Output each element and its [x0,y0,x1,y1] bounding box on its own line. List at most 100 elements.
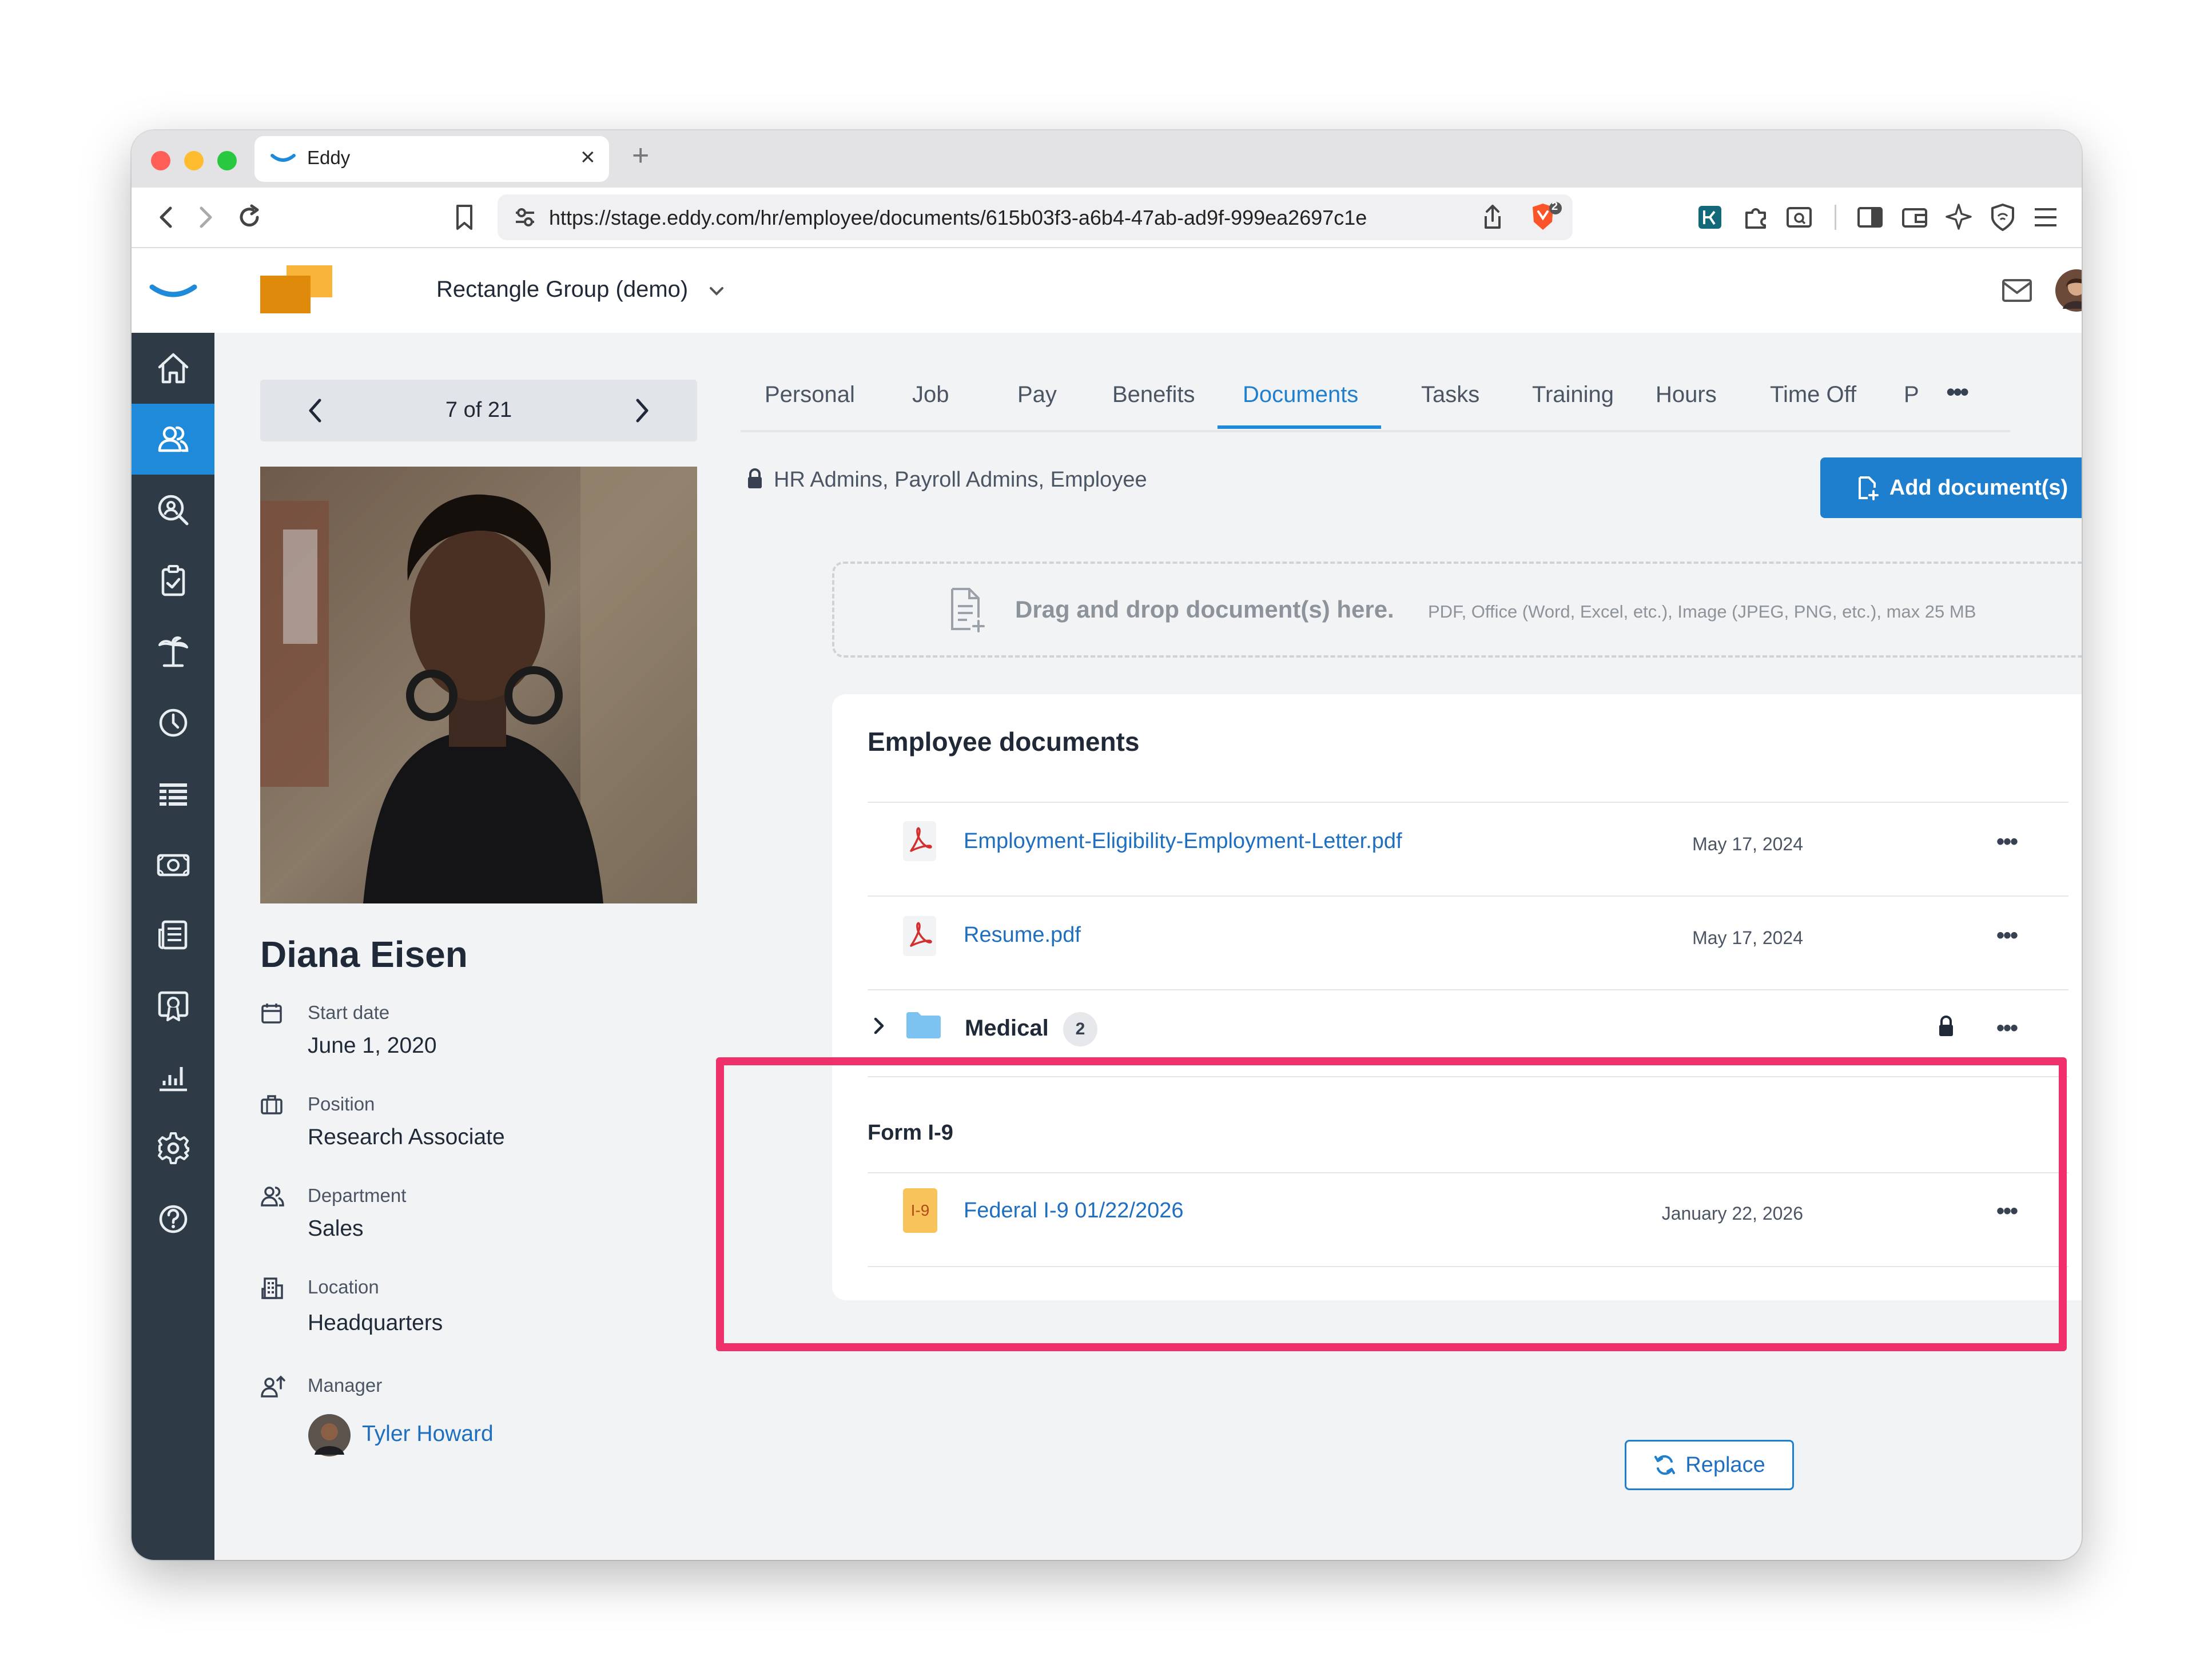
share-icon[interactable] [1481,204,1504,231]
folder-menu-button[interactable]: ••• [1996,1016,2018,1041]
reload-icon[interactable] [236,204,263,231]
eddy-logo-icon [149,284,197,297]
location-label: Location [308,1276,379,1297]
divider [868,895,2068,897]
documents-title: Employee documents [868,727,1140,757]
folder-name[interactable]: Medical [965,1016,1049,1041]
add-file-icon [1858,476,1879,500]
replace-label: Replace [1685,1452,1765,1477]
department-label: Department [308,1185,407,1206]
url-text[interactable]: https://stage.eddy.com/hr/employee/docum… [549,206,1367,230]
brave-shield-icon[interactable] [1529,201,1564,234]
sidebar-item-settings[interactable] [132,1113,214,1184]
reader-search-icon[interactable] [1785,204,1813,231]
replace-refresh-icon [1654,1455,1676,1475]
document-link-resume[interactable]: Resume.pdf [964,923,1081,948]
briefcase-icon [261,1095,283,1114]
sidebar-item-home[interactable] [132,333,214,404]
folder-expand-chevron-icon[interactable] [871,1016,887,1036]
toolbar-divider [1835,205,1836,230]
tab-hours[interactable]: Hours [1656,382,1717,408]
people-icon [158,426,188,452]
mail-icon[interactable] [2001,278,2033,303]
drop-zone-hint: PDF, Office (Word, Excel, etc.), Image (… [1428,602,1976,622]
forward-icon[interactable] [194,205,217,230]
tab-personal[interactable]: Personal [765,382,855,408]
sidebar-item-time-off[interactable] [132,616,214,687]
company-chevron-down-icon[interactable] [707,284,726,298]
browser-toolbar: https://stage.eddy.com/hr/employee/docum… [132,188,2082,248]
tab-pay[interactable]: Pay [1017,382,1057,408]
help-icon [159,1205,187,1233]
sidebar-item-training[interactable] [132,971,214,1042]
tab-benefits[interactable]: Benefits [1112,382,1195,408]
zoom-window-button[interactable] [217,151,237,170]
tab-job[interactable]: Job [912,382,949,408]
manager-avatar[interactable] [308,1414,351,1457]
employee-pager: 7 of 21 [260,380,697,441]
document-menu-button[interactable]: ••• [1996,923,2018,949]
palm-tree-icon [158,636,188,667]
form-i9-highlight-annotation [716,1057,2067,1351]
sidebar-item-people[interactable] [132,404,214,475]
user-avatar[interactable] [2055,269,2082,312]
site-settings-icon[interactable] [514,207,536,228]
document-date: May 17, 2024 [1692,834,1803,854]
sidebar-item-tasks[interactable] [132,546,214,616]
add-documents-button[interactable]: Add document(s) [1820,457,2082,518]
start-date-value: June 1, 2020 [308,1033,437,1058]
wallet-icon[interactable] [1901,204,1928,231]
new-tab-icon[interactable]: + [632,138,649,173]
tab-tasks[interactable]: Tasks [1421,382,1479,408]
extensions-puzzle-icon[interactable] [1742,204,1769,231]
manager-link[interactable]: Tyler Howard [362,1422,494,1447]
company-name[interactable]: Rectangle Group (demo) [436,277,688,302]
divider [868,989,2068,990]
tab-training[interactable]: Training [1532,382,1614,408]
address-bar[interactable]: https://stage.eddy.com/hr/employee/docum… [498,194,1573,240]
document-drop-zone[interactable]: Drag and drop document(s) here. PDF, Off… [832,562,2082,658]
position-value: Research Associate [308,1125,505,1149]
building-icon [261,1277,283,1299]
extension-app-icon[interactable] [1697,205,1722,230]
document-link-employment-letter[interactable]: Employment-Eligibility-Employment-Letter… [964,829,1402,854]
sidebar-toggle-icon[interactable] [1856,204,1884,231]
eddy-app: Rectangle Group (demo) 7 of 21 Diana Eis… [132,248,2082,1560]
calendar-icon [261,1004,282,1024]
add-documents-label: Add document(s) [1889,475,2068,500]
main-sidebar [132,248,214,1560]
next-employee-icon[interactable] [632,397,653,424]
sidebar-item-news[interactable] [132,900,214,971]
document-menu-button[interactable]: ••• [1996,829,2018,855]
profile-tabs: Personal Job Pay Benefits Documents Task… [741,367,2010,432]
recruiting-search-icon [158,495,188,526]
minimize-window-button[interactable] [184,151,204,170]
browser-menu-icon[interactable] [2032,206,2059,229]
bookmark-icon[interactable] [453,204,476,232]
replace-i9-button[interactable]: Replace [1625,1440,1794,1490]
sidebar-item-recruiting[interactable] [132,475,214,546]
sidebar-item-payroll-grid[interactable] [132,758,214,829]
sidebar-item-time-tracking[interactable] [132,687,214,758]
more-tabs-button[interactable]: ••• [1946,376,1969,407]
sidebar-item-payroll[interactable] [132,829,214,900]
browser-tab-eddy[interactable]: Eddy × [254,136,609,182]
vpn-shield-icon[interactable] [1989,202,2016,232]
pdf-file-icon-box [903,821,936,861]
tab-time-off[interactable]: Time Off [1770,382,1856,408]
tab-documents[interactable]: Documents [1243,382,1358,408]
back-icon[interactable] [154,205,177,230]
gear-icon [157,1132,189,1164]
folder-count: 2 [1075,1020,1085,1038]
close-window-button[interactable] [151,151,170,170]
tab-truncated[interactable]: P [1904,382,1919,408]
close-tab-icon[interactable]: × [580,143,595,172]
active-tab-indicator [1218,425,1381,429]
eddy-logo[interactable] [132,248,214,333]
sidebar-item-reports[interactable] [132,1042,214,1113]
pdf-icon [910,827,932,852]
table-grid-icon [159,783,187,806]
leo-ai-icon[interactable] [1944,202,1973,231]
sidebar-item-help[interactable] [132,1184,214,1255]
clock-icon [159,708,187,737]
